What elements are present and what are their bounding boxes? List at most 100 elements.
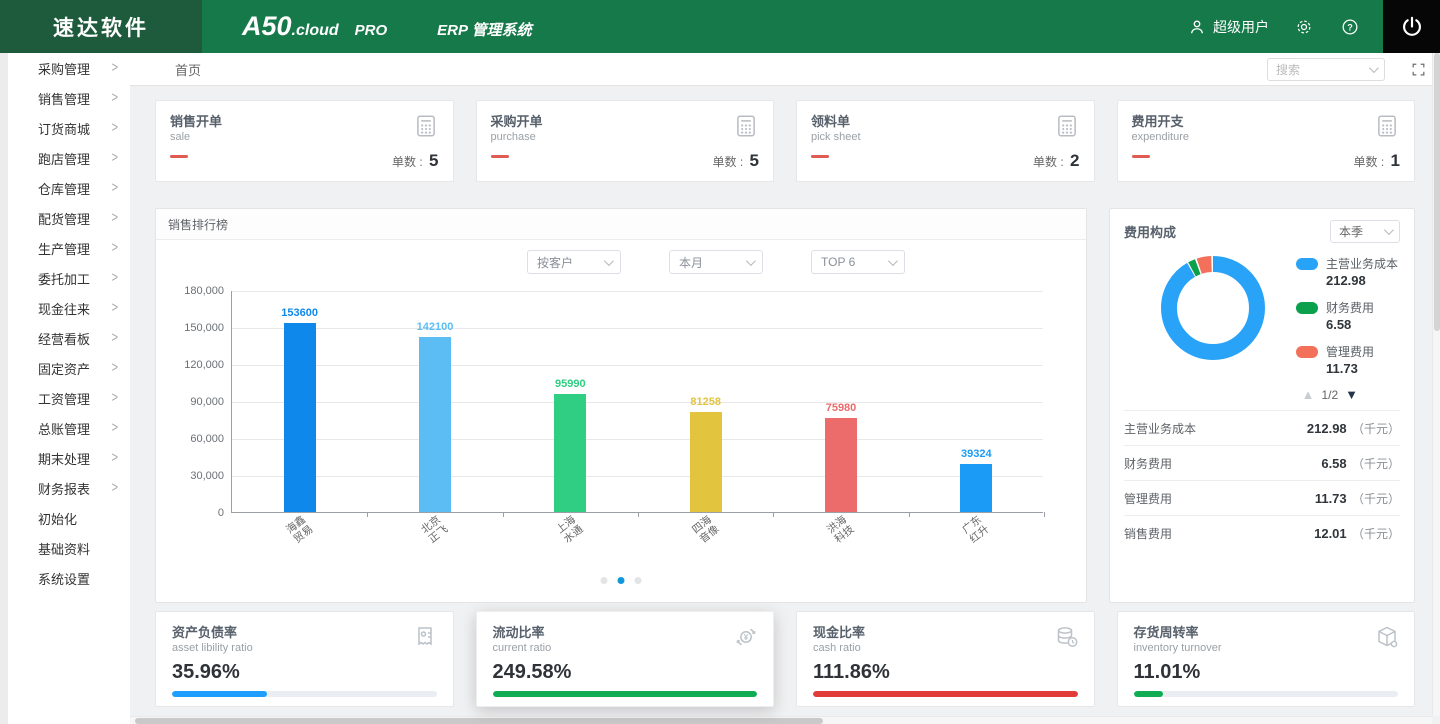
sidebar-item-1[interactable]: 采购管理> [8, 53, 130, 83]
expense-row-unit: （千元） [1349, 492, 1400, 506]
ratio-progress-track [813, 691, 1078, 697]
bar-北京正飞[interactable] [419, 337, 451, 512]
ratio-card-3[interactable]: 现金比率cash ratio 111.86% [796, 611, 1095, 707]
sidebar-item-6[interactable]: 配货管理> [8, 203, 130, 233]
pager-up-arrow[interactable]: ▲ [1302, 387, 1315, 402]
sidebar-item-11[interactable]: 固定资产> [8, 353, 130, 383]
x-axis-tick [909, 512, 910, 517]
legend-swatch [1296, 258, 1318, 270]
stat-card-subtitle: purchase [491, 131, 760, 143]
sidebar-scroll-gutter[interactable] [0, 53, 8, 724]
sidebar-item-8[interactable]: 委托加工> [8, 263, 130, 293]
y-axis-tick-label: 150,000 [164, 322, 224, 334]
help-button[interactable]: ? [1339, 16, 1361, 38]
logout-button[interactable] [1383, 0, 1440, 53]
vertical-scrollbar[interactable] [1432, 53, 1440, 716]
expense-row-2: 财务费用6.58 （千元） [1124, 445, 1400, 480]
bar-上海水通[interactable] [554, 394, 586, 512]
x-axis-category-label: 北京正飞 [410, 507, 460, 553]
ratio-card-2[interactable]: 流动比率current ratio ¥ 249.58% [476, 611, 775, 707]
stat-card-count: 单数 : 5 [713, 151, 759, 171]
sidebar-item-16[interactable]: 初始化 [8, 503, 130, 533]
sidebar-item-label: 财务报表 [38, 479, 90, 498]
grid-line [232, 291, 1043, 292]
sidebar-item-14[interactable]: 期末处理> [8, 443, 130, 473]
count-label: 单数 : [713, 155, 747, 169]
main-area: 首页 搜索 销售开单sale 单数 : 5采购开单purchase [130, 53, 1440, 724]
sidebar-item-15[interactable]: 财务报表> [8, 473, 130, 503]
stat-card-4[interactable]: 费用开支expenditure 单数 : 1 [1117, 100, 1416, 182]
grid-line [232, 439, 1043, 440]
inventory-box-icon [1374, 624, 1400, 650]
carousel-dot-1[interactable] [601, 577, 608, 584]
stat-card-2[interactable]: 采购开单purchase 单数 : 5 [476, 100, 775, 182]
filter-dimension-select[interactable]: 按客户 [527, 250, 621, 274]
donut-segment-主营业务成本[interactable] [1169, 264, 1257, 352]
calculator-icon [733, 113, 759, 139]
svg-text:?: ? [1347, 22, 1353, 32]
sidebar-item-18[interactable]: 系统设置 [8, 563, 130, 593]
sidebar-item-12[interactable]: 工资管理> [8, 383, 130, 413]
stat-card-count: 单数 : 1 [1354, 151, 1400, 171]
legend-label: 财务费用 [1326, 299, 1374, 316]
fullscreen-icon[interactable] [1411, 62, 1426, 77]
vertical-scrollbar-thumb[interactable] [1434, 53, 1440, 331]
ratio-progress-track [493, 691, 758, 697]
sidebar-item-7[interactable]: 生产管理> [8, 233, 130, 263]
stat-card-title: 销售开单 [170, 111, 439, 130]
chevron-right-icon: > [112, 420, 118, 436]
stat-card-title: 领料单 [811, 111, 1080, 130]
carousel-dot-2[interactable] [618, 577, 625, 584]
bar-value-label: 95990 [530, 378, 610, 390]
bar-洪海科技[interactable] [825, 418, 857, 512]
legend-item-2[interactable]: 财务费用6.58 [1296, 299, 1398, 332]
stat-card-3[interactable]: 领料单pick sheet 单数 : 2 [796, 100, 1095, 182]
ratio-card-value: 249.58% [493, 661, 758, 684]
stat-card-1[interactable]: 销售开单sale 单数 : 5 [155, 100, 454, 182]
ratio-card-1[interactable]: 资产负债率asset libility ratio 35.96% [155, 611, 454, 707]
legend-item-1[interactable]: 主营业务成本212.98 [1296, 255, 1398, 288]
y-axis-tick-label: 30,000 [164, 470, 224, 482]
global-search-select[interactable]: 搜索 [1267, 58, 1385, 81]
filter-period-select[interactable]: 本月 [669, 250, 763, 274]
expense-period-select[interactable]: 本季 [1330, 220, 1400, 243]
breadcrumb-home[interactable]: 首页 [175, 60, 201, 79]
count-value: 1 [1391, 151, 1400, 170]
chevron-down-icon [888, 256, 898, 266]
sidebar-item-17[interactable]: 基础资料 [8, 533, 130, 563]
bar-value-label: 81258 [666, 396, 746, 408]
carousel-dot-3[interactable] [635, 577, 642, 584]
stat-card-row: 销售开单sale 单数 : 5 采购开单purchase 单数 : 5 领料单pic… [155, 100, 1415, 182]
horizontal-scrollbar-thumb[interactable] [135, 718, 823, 724]
x-axis-category-label: 洪海科技 [816, 507, 866, 553]
count-label: 单数 : [1354, 155, 1388, 169]
ratio-progress-fill [1134, 691, 1163, 697]
filter-top-select[interactable]: TOP 6 [811, 250, 905, 274]
sidebar-item-5[interactable]: 仓库管理> [8, 173, 130, 203]
sidebar-item-9[interactable]: 现金往来> [8, 293, 130, 323]
legend-item-3[interactable]: 管理费用11.73 [1296, 343, 1398, 376]
ratio-progress-fill [813, 691, 1078, 697]
expense-row-value: 11.73 （千元） [1315, 490, 1400, 507]
settings-button[interactable] [1293, 16, 1315, 38]
sidebar-item-3[interactable]: 订货商城> [8, 113, 130, 143]
invoice-icon [413, 624, 439, 650]
user-menu[interactable]: 超级用户 [1187, 17, 1269, 37]
horizontal-scrollbar[interactable] [130, 716, 1432, 724]
ratio-card-4[interactable]: 存货周转率inventory turnover 11.01% [1117, 611, 1416, 707]
expense-row-label: 销售费用 [1124, 525, 1172, 542]
bar-四海音像[interactable] [690, 412, 722, 512]
sidebar-item-10[interactable]: 经营看板> [8, 323, 130, 353]
filter-top-value: TOP 6 [821, 255, 855, 269]
expense-row-4: 销售费用12.01 （千元） [1124, 515, 1400, 550]
expense-row-label: 管理费用 [1124, 490, 1172, 507]
sidebar-item-2[interactable]: 销售管理> [8, 83, 130, 113]
sidebar-item-13[interactable]: 总账管理> [8, 413, 130, 443]
chevron-down-icon [1384, 225, 1394, 235]
sidebar-item-4[interactable]: 跑店管理> [8, 143, 130, 173]
bar-海鑫贸易[interactable] [284, 323, 316, 512]
chevron-down-icon [1369, 63, 1379, 73]
logo-block[interactable]: 速达软件 [0, 0, 202, 53]
bar-广东红升[interactable] [960, 464, 992, 512]
pager-down-arrow[interactable]: ▼ [1345, 387, 1358, 402]
